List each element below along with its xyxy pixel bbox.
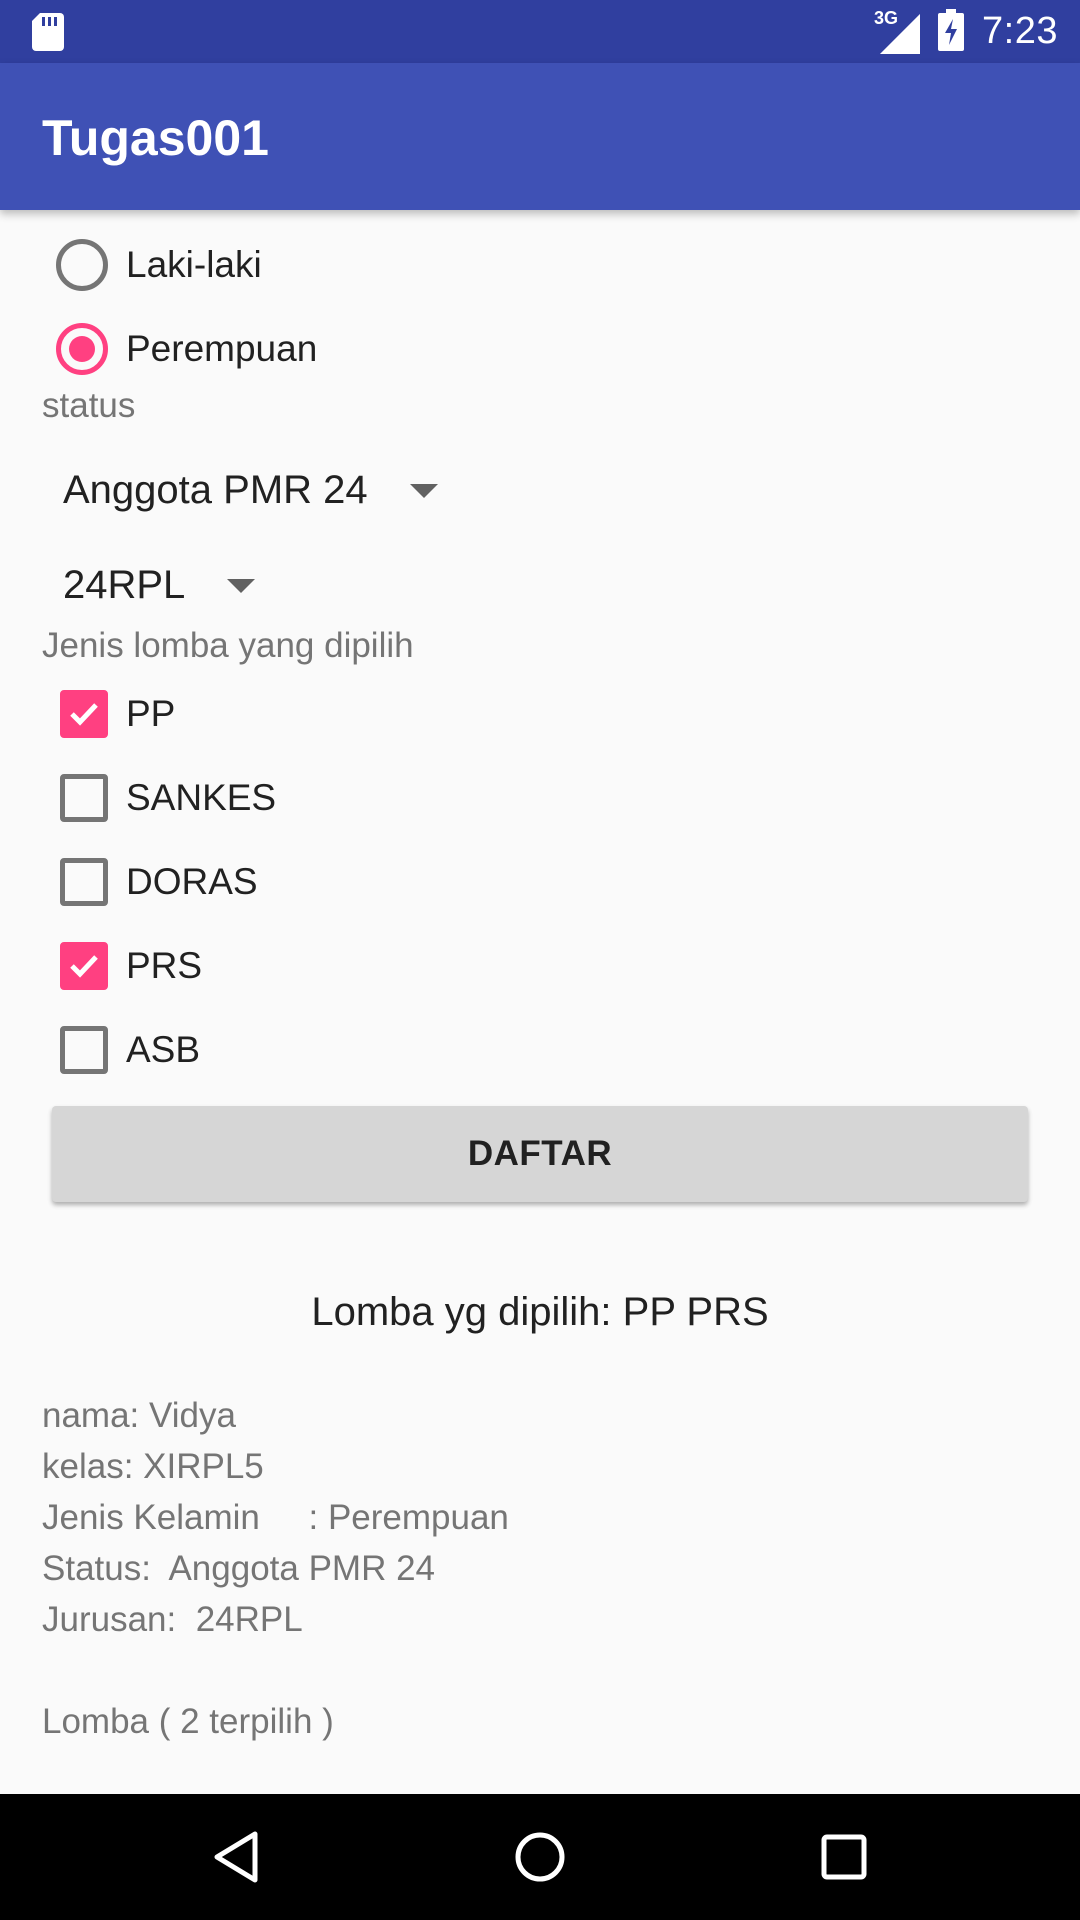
daftar-button[interactable]: DAFTAR [52,1106,1028,1202]
spinner-value: 24RPL [63,563,186,607]
checkbox-unchecked-icon [60,1026,108,1074]
checkbox-label: PP [126,693,176,734]
checkbox-label: ASB [126,1029,201,1070]
result-jurusan: Jurusan: 24RPL [42,1600,303,1639]
jurusan-spinner[interactable]: 24RPL [63,563,256,608]
signal-icon: 3G [874,8,921,54]
checkbox-unchecked-icon [60,774,108,822]
checkbox-prs[interactable]: PRS [56,931,202,1001]
back-icon[interactable] [201,1822,271,1892]
checkbox-doras[interactable]: DORAS [56,847,258,917]
checkbox-checked-icon [60,690,108,738]
result-nama: nama: Vidya [42,1396,236,1435]
radio-unchecked-icon [56,239,108,291]
clock: 7:23 [982,10,1058,52]
sd-card-icon [32,13,64,55]
checkbox-checked-icon [60,942,108,990]
lomba-result: Lomba yg dipilih: PP PRS [311,1290,769,1334]
checkbox-asb[interactable]: ASB [56,1015,200,1085]
status-caption: status [42,386,136,425]
navigation-bar [0,1794,1080,1920]
status-spinner[interactable]: Anggota PMR 24 [63,468,438,513]
checkbox-unchecked-icon [60,858,108,906]
app-bar: Tugas001 [0,63,1080,210]
radio-laki-laki[interactable]: Laki-laki [56,230,262,300]
lomba-caption: Jenis lomba yang dipilih [42,626,414,665]
app-title: Tugas001 [42,110,269,166]
checkbox-pp[interactable]: PP [56,679,175,749]
home-icon[interactable] [505,1822,575,1892]
battery-icon [938,8,965,55]
result-kelas: kelas: XIRPL5 [42,1447,264,1486]
checkbox-label: SANKES [126,777,277,818]
dropdown-arrow-icon [227,578,256,593]
checkbox-label: PRS [126,945,203,986]
status-bar: 3G 7:23 [0,0,1080,63]
dropdown-arrow-icon [409,483,438,498]
radio-label: Laki-laki [126,244,262,285]
checkbox-sankes[interactable]: SANKES [56,763,276,833]
spinner-value: Anggota PMR 24 [63,468,368,512]
checkbox-label: DORAS [126,861,258,902]
radio-perempuan[interactable]: Perempuan [56,314,317,384]
radio-checked-icon [56,323,108,375]
radio-label: Perempuan [126,328,318,369]
result-jenis-kelamin: Jenis Kelamin : Perempuan [42,1498,509,1537]
result-lomba-count: Lomba ( 2 terpilih ) [42,1702,334,1741]
result-status: Status: Anggota PMR 24 [42,1549,436,1588]
form-content: Laki-laki Perempuan status Anggota PMR 2… [0,210,1080,1794]
recents-icon[interactable] [809,1822,879,1892]
